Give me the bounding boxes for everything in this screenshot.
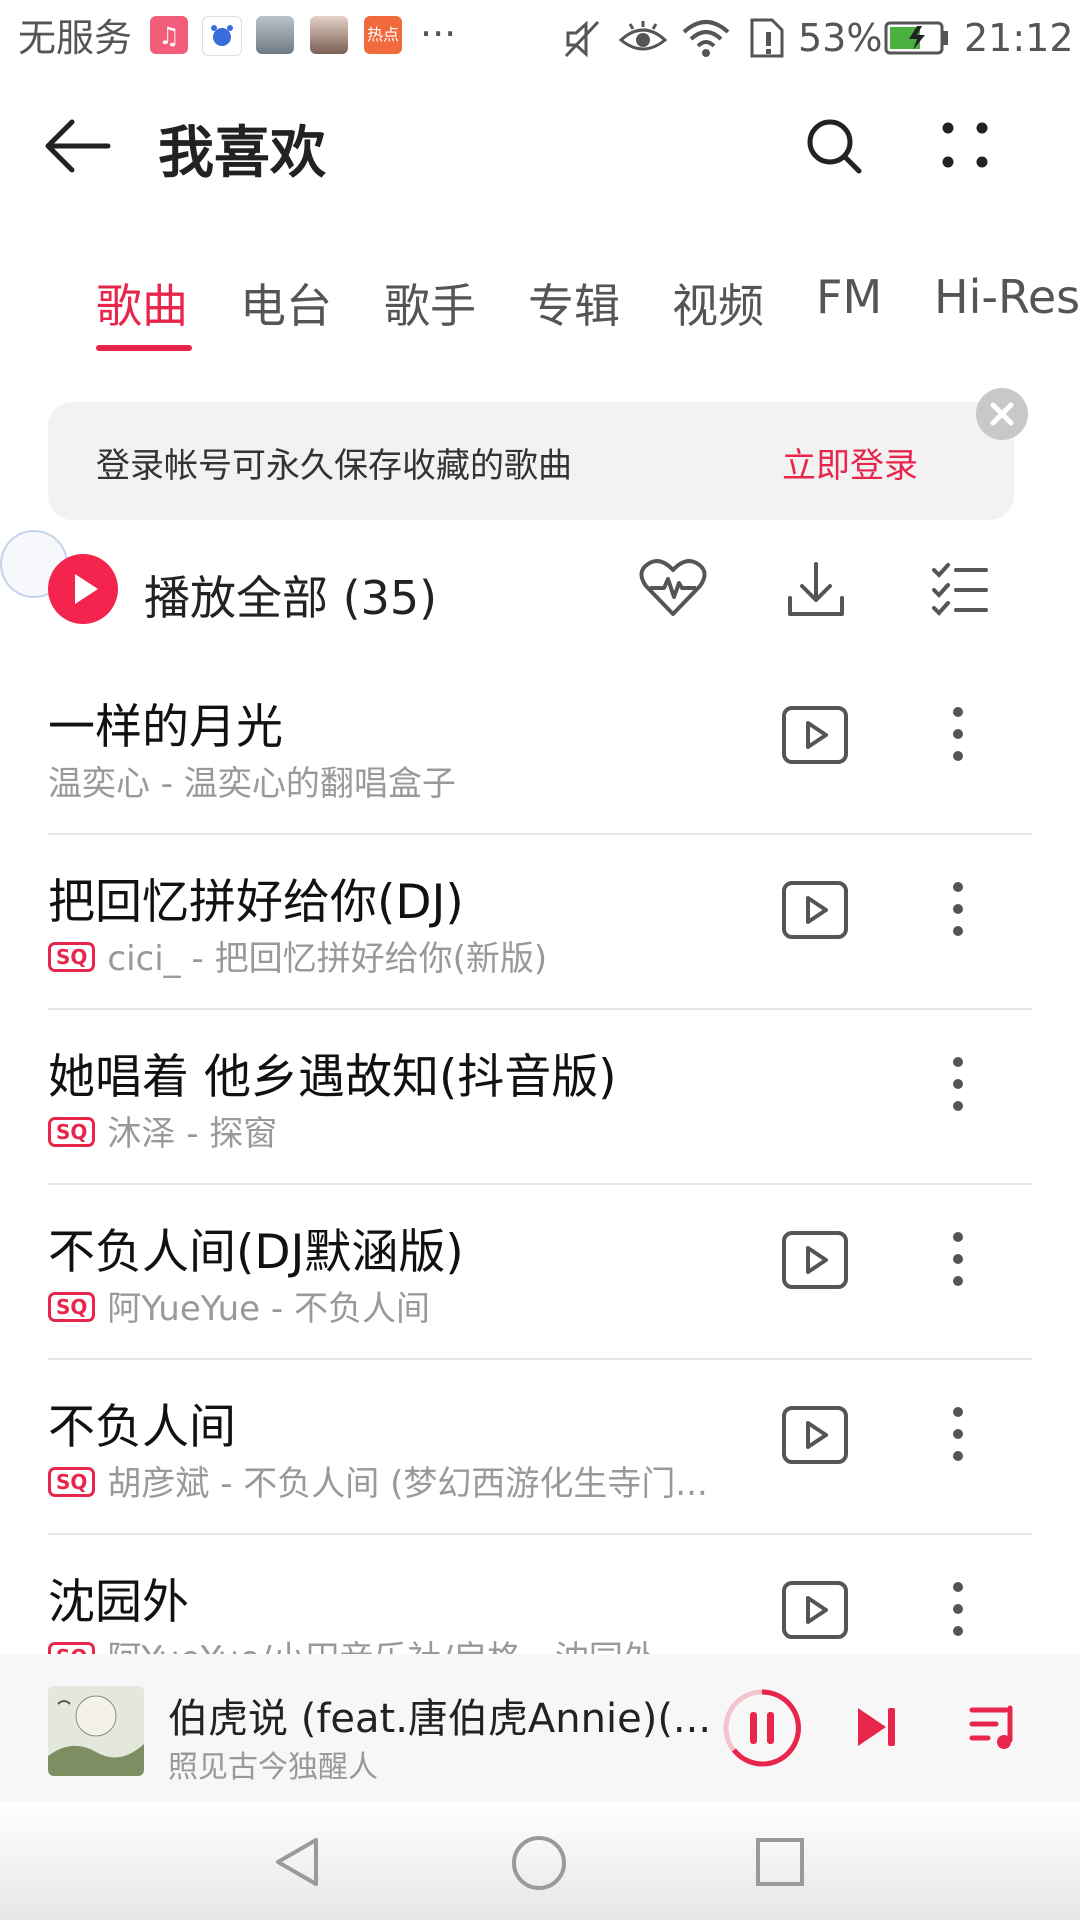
song-subtitle: 阿YueYue/小田音乐社/戾格 - 沈园外 <box>107 1639 656 1654</box>
status-bar: 无服务 ♫ 热点 ··· 53% 21:12 <box>0 0 1080 76</box>
song-more-icon[interactable] <box>948 704 968 764</box>
song-row[interactable]: 沈园外 SQ 阿YueYue/小田音乐社/戾格 - 沈园外 <box>48 1535 1032 1654</box>
mute-icon <box>564 20 600 58</box>
song-title: 沈园外 <box>48 1575 189 1630</box>
login-banner: 登录帐号可永久保存收藏的歌曲 立即登录 <box>48 402 1014 520</box>
sq-quality-badge: SQ <box>48 1467 96 1497</box>
music-video-icon[interactable] <box>782 881 848 939</box>
music-app-icon: ♫ <box>150 16 188 54</box>
song-subtitle-wrap: SQ 阿YueYue/小田音乐社/戾格 - 沈园外 <box>48 1631 657 1654</box>
song-more-icon[interactable] <box>948 1054 968 1114</box>
song-subtitle-wrap: SQ 阿YueYue - 不负人间 <box>48 1281 430 1330</box>
search-icon[interactable] <box>804 116 864 176</box>
pause-button[interactable] <box>720 1686 804 1770</box>
song-subtitle-wrap: SQ 沐泽 - 探窗 <box>48 1106 277 1155</box>
multi-select-icon[interactable] <box>932 562 988 616</box>
song-title: 不负人间 <box>48 1400 236 1455</box>
song-subtitle: cici_ - 把回忆拼好给你(新版) <box>107 939 548 979</box>
album-art-image <box>48 1686 144 1776</box>
page-title: 我喜欢 <box>158 121 326 186</box>
song-subtitle-wrap: SQ cici_ - 把回忆拼好给你(新版) <box>48 931 547 980</box>
song-title: 不负人间(DJ默涵版) <box>48 1225 464 1280</box>
sq-quality-badge: SQ <box>48 1642 96 1654</box>
tab-radio[interactable]: 电台 <box>240 270 332 336</box>
song-more-icon[interactable] <box>948 1229 968 1289</box>
nav-home-icon[interactable] <box>510 1834 568 1892</box>
mini-player[interactable]: 伯虎说 (feat.唐伯虎Annie)(... 照见古今独醒人 <box>0 1654 1080 1802</box>
song-subtitle: 阿YueYue - 不负人间 <box>107 1289 430 1329</box>
sim-no-service-icon <box>750 18 784 58</box>
tab-fm[interactable]: FM <box>816 270 882 324</box>
login-now-link[interactable]: 立即登录 <box>782 438 918 487</box>
song-subtitle: 胡彦斌 - 不负人间 (梦幻西游化生寺门... <box>107 1464 708 1504</box>
playlist-icon[interactable] <box>968 1702 1020 1752</box>
download-icon[interactable] <box>784 560 848 620</box>
song-row[interactable]: 一样的月光 温奕心 - 温奕心的翻唱盒子 <box>48 660 1032 835</box>
heart-rate-icon[interactable] <box>638 556 708 620</box>
login-banner-text: 登录帐号可永久保存收藏的歌曲 <box>96 446 572 486</box>
wifi-icon <box>682 20 730 57</box>
tab-artists[interactable]: 歌手 <box>384 270 476 336</box>
album-cover[interactable] <box>48 1686 144 1776</box>
song-title: 她唱着 他乡遇故知(抖音版) <box>48 1050 617 1105</box>
banner-close-button[interactable] <box>976 388 1028 440</box>
music-video-icon[interactable] <box>782 706 848 764</box>
tab-albums[interactable]: 专辑 <box>528 270 620 336</box>
avatar-app-icon <box>310 16 348 54</box>
active-tab-indicator <box>96 345 192 351</box>
eye-comfort-icon <box>618 21 668 51</box>
carrier-label: 无服务 <box>18 16 133 60</box>
tab-hi-res[interactable]: Hi-Res <box>934 270 1080 324</box>
battery-charging-icon <box>884 21 948 55</box>
photo-app-icon <box>256 16 294 54</box>
sq-quality-badge: SQ <box>48 1117 96 1147</box>
song-subtitle: 沐泽 - 探窗 <box>107 1114 278 1154</box>
play-all-button[interactable] <box>48 554 118 624</box>
music-video-icon[interactable] <box>782 1231 848 1289</box>
music-video-icon[interactable] <box>782 1581 848 1639</box>
baidu-app-icon <box>202 16 242 56</box>
now-playing-title: 伯虎说 (feat.唐伯虎Annie)(... <box>168 1696 712 1742</box>
play-icon <box>75 574 98 604</box>
now-playing-artist: 照见古今独醒人 <box>168 1750 378 1785</box>
song-more-icon[interactable] <box>948 1404 968 1464</box>
song-row[interactable]: 不负人间 SQ 胡彦斌 - 不负人间 (梦幻西游化生寺门... <box>48 1360 1032 1535</box>
nav-recents-icon[interactable] <box>754 1836 806 1888</box>
music-video-icon[interactable] <box>782 1406 848 1464</box>
song-subtitle-wrap: SQ 胡彦斌 - 不负人间 (梦幻西游化生寺门... <box>48 1456 708 1505</box>
song-more-icon[interactable] <box>948 1579 968 1639</box>
back-arrow-icon[interactable] <box>44 116 114 176</box>
song-row[interactable]: 不负人间(DJ默涵版) SQ 阿YueYue - 不负人间 <box>48 1185 1032 1360</box>
hotspot-app-icon: 热点 <box>364 16 402 54</box>
song-row[interactable]: 她唱着 他乡遇故知(抖音版) SQ 沐泽 - 探窗 <box>48 1010 1032 1185</box>
nav-back-icon[interactable] <box>270 1834 326 1890</box>
svg-text:♫: ♫ <box>158 22 180 50</box>
sq-quality-badge: SQ <box>48 942 96 972</box>
song-list: 一样的月光 温奕心 - 温奕心的翻唱盒子 把回忆拼好给你(DJ) SQ cici_… <box>0 660 1080 1654</box>
tab-videos[interactable]: 视频 <box>672 270 764 336</box>
more-options-icon[interactable] <box>940 120 990 170</box>
tab-songs[interactable]: 歌曲 <box>96 270 188 336</box>
song-title: 把回忆拼好给你(DJ) <box>48 875 464 930</box>
play-all-label[interactable]: 播放全部 (35) <box>144 562 437 628</box>
song-title: 一样的月光 <box>48 700 283 755</box>
next-track-icon[interactable] <box>854 1704 898 1750</box>
song-row[interactable]: 把回忆拼好给你(DJ) SQ cici_ - 把回忆拼好给你(新版) <box>48 835 1032 1010</box>
song-subtitle: 温奕心 - 温奕心的翻唱盒子 <box>48 764 456 804</box>
more-notifications-label: ··· <box>420 12 457 56</box>
sq-quality-badge: SQ <box>48 1292 96 1322</box>
battery-percent: 53% <box>798 16 883 60</box>
clock: 21:12 <box>964 16 1074 60</box>
song-more-icon[interactable] <box>948 879 968 939</box>
close-icon <box>990 402 1014 426</box>
